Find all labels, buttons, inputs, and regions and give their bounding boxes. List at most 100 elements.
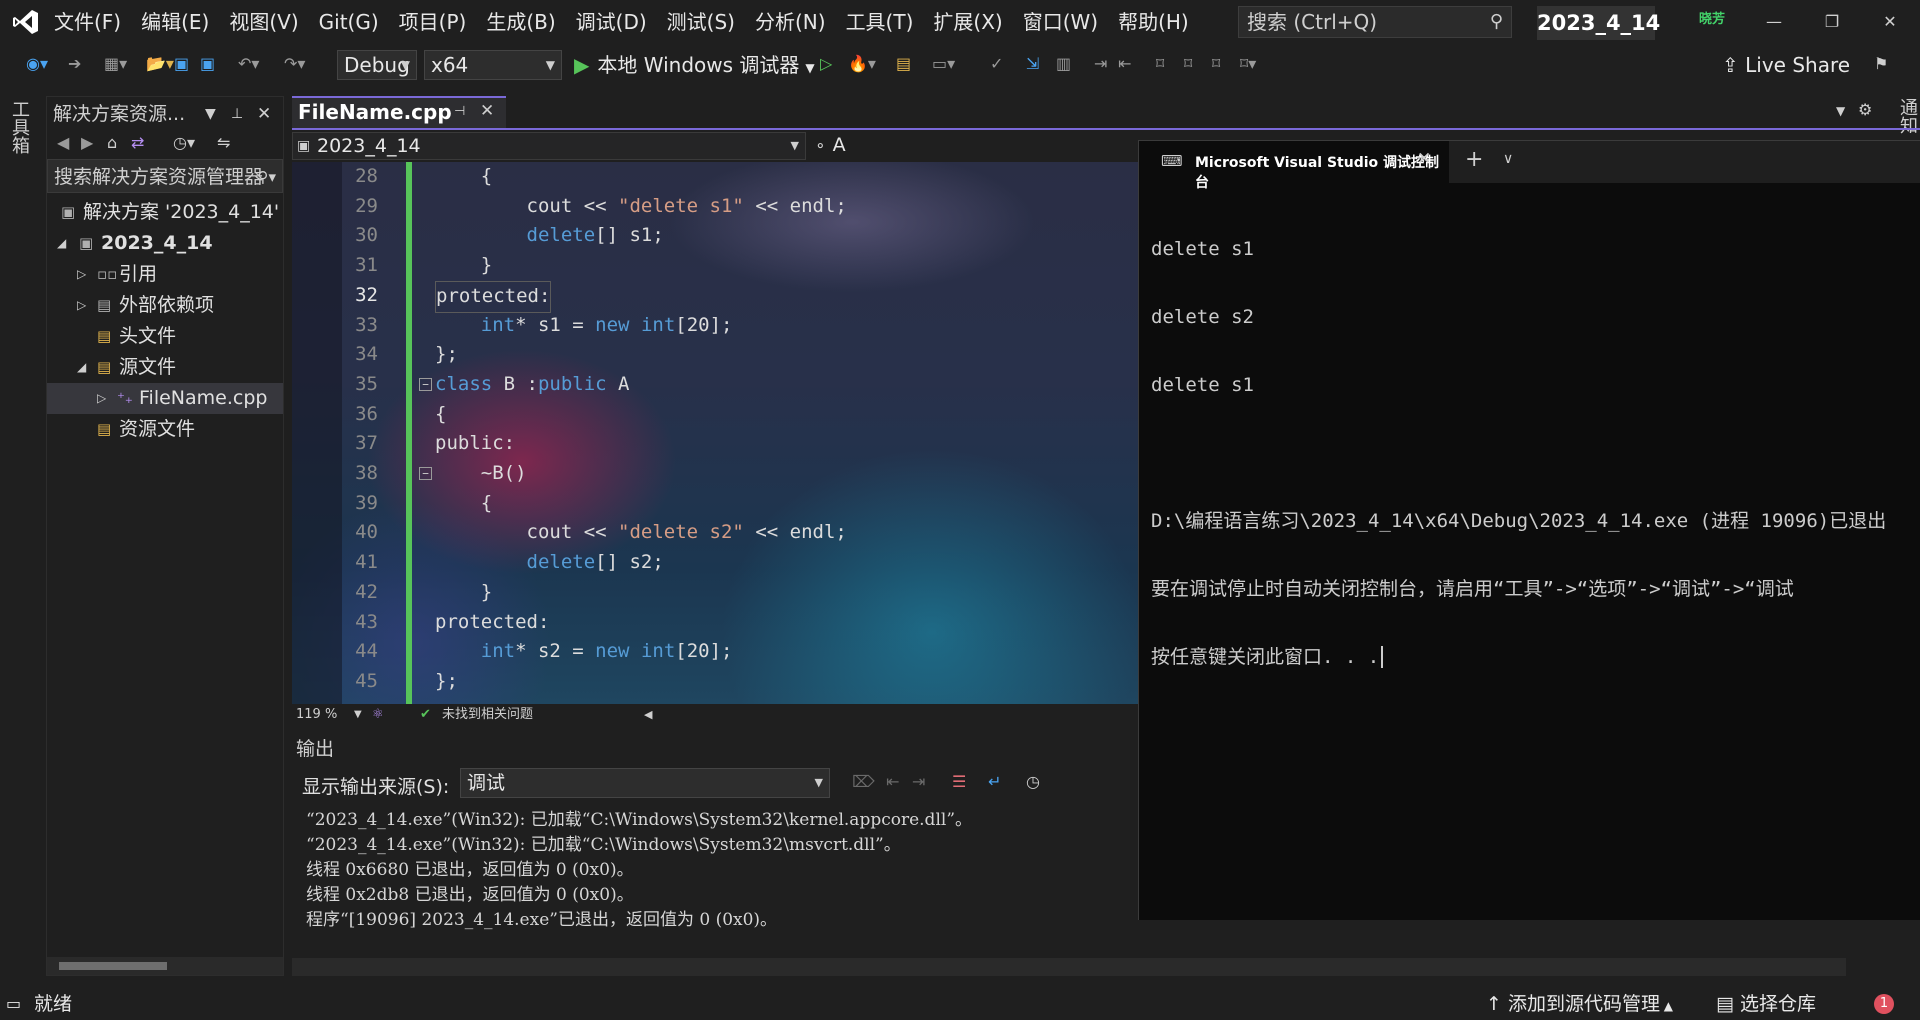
- feedback-icon[interactable]: ⚑: [1874, 50, 1888, 78]
- close-icon[interactable]: ✕: [1417, 149, 1431, 169]
- bookmark-clear-icon[interactable]: ⌑▾: [1240, 50, 1256, 78]
- tree-item-solution[interactable]: ▣ 解决方案 '2023_4_14': [47, 197, 283, 228]
- spell-check-icon[interactable]: ✓: [990, 50, 1003, 78]
- close-icon[interactable]: ✕: [257, 97, 271, 131]
- home-icon[interactable]: ⌂: [107, 133, 117, 152]
- open-file-icon[interactable]: 📂▾: [146, 50, 174, 78]
- back-icon[interactable]: ◀: [57, 133, 69, 152]
- solution-configuration-select[interactable]: Debug ▼: [337, 50, 417, 80]
- scroll-left-icon[interactable]: ◀: [644, 704, 652, 726]
- indent-icon[interactable]: ⇥: [1094, 50, 1107, 78]
- menu-help[interactable]: 帮助(H): [1108, 0, 1199, 44]
- menu-git[interactable]: Git(G): [309, 0, 389, 44]
- menu-tools[interactable]: 工具(T): [836, 0, 924, 44]
- solution-platform-select[interactable]: x64 ▼: [424, 50, 562, 80]
- console-tab[interactable]: ⌨ Microsoft Visual Studio 调试控制台 ✕: [1139, 141, 1449, 191]
- close-icon[interactable]: ✕: [1872, 8, 1908, 36]
- collapse-icon[interactable]: −: [419, 377, 432, 391]
- start-debugging-button[interactable]: ▶ 本地 Windows 调试器 ▼: [574, 50, 815, 80]
- tree-item-filename-cpp[interactable]: ▷ ⁺₊ FileName.cpp: [47, 383, 283, 414]
- forward-icon[interactable]: ▶: [81, 133, 93, 152]
- project-scope-select[interactable]: ▣ 2023_4_14 ▼: [292, 132, 806, 160]
- settings-icon[interactable]: ⚙: [1858, 100, 1872, 119]
- add-source-control-button[interactable]: ↑ 添加到源代码管理 ▲: [1486, 988, 1673, 1020]
- menu-edit[interactable]: 编辑(E): [131, 0, 219, 44]
- menu-analyze[interactable]: 分析(N): [745, 0, 836, 44]
- sync-icon[interactable]: ⇋: [217, 133, 230, 152]
- undo-icon[interactable]: ↶▾: [238, 50, 259, 78]
- close-icon[interactable]: ✕: [480, 101, 494, 121]
- bookmark-next-icon[interactable]: ⌑: [1212, 50, 1220, 78]
- toolbox-tab[interactable]: 工具箱: [6, 100, 32, 154]
- menu-debug[interactable]: 调试(D): [566, 0, 657, 44]
- menu-window[interactable]: 窗口(W): [1013, 0, 1108, 44]
- issues-status[interactable]: 未找到相关问题: [442, 704, 533, 726]
- minimize-icon[interactable]: —: [1756, 8, 1792, 36]
- debug-console-window[interactable]: ⌨ Microsoft Visual Studio 调试控制台 ✕ + ∨ de…: [1138, 140, 1920, 920]
- save-all-icon[interactable]: ▣: [200, 50, 215, 78]
- output-source-select[interactable]: 调试 ▼: [460, 768, 830, 798]
- comment-icon[interactable]: ▥: [1056, 50, 1071, 78]
- menu-test[interactable]: 测试(S): [657, 0, 745, 44]
- intellicode-icon[interactable]: ⚛: [372, 704, 384, 726]
- collapse-icon[interactable]: −: [419, 467, 432, 480]
- word-wrap-icon[interactable]: ↵: [988, 772, 1001, 791]
- menu-view[interactable]: 视图(V): [219, 0, 308, 44]
- restore-icon[interactable]: ❐: [1814, 8, 1850, 36]
- bookmark-prev-icon[interactable]: ⌑: [1184, 50, 1192, 78]
- start-without-debugging-icon[interactable]: ▷: [820, 50, 832, 78]
- next-message-icon[interactable]: ⇥: [912, 772, 925, 791]
- live-share-button[interactable]: ⇪ Live Share: [1722, 50, 1850, 80]
- search-input[interactable]: 搜索 (Ctrl+Q) ⚲: [1238, 6, 1512, 38]
- chevron-down-icon[interactable]: ▼: [354, 704, 362, 726]
- pin-icon[interactable]: ⊥: [231, 97, 243, 131]
- scrollbar-thumb[interactable]: [59, 962, 167, 970]
- solution-explorer-toolbar-icon[interactable]: ▤: [896, 50, 911, 78]
- bookmark-icon[interactable]: ⌑: [1156, 50, 1164, 78]
- step-icon[interactable]: ⇲: [1026, 50, 1039, 78]
- layout-icon[interactable]: ▭▾: [932, 50, 955, 78]
- hot-reload-icon[interactable]: 🔥▾: [848, 50, 876, 78]
- redo-icon[interactable]: ↷▾: [284, 50, 305, 78]
- member-select[interactable]: ⚬ A: [814, 132, 1144, 160]
- tree-item-source-files[interactable]: ◢ ▤ 源文件: [47, 352, 283, 383]
- tree-item-header-files[interactable]: ▤ 头文件: [47, 321, 283, 352]
- pin-icon[interactable]: ⊣: [454, 104, 465, 119]
- chevron-down-icon[interactable]: ▼: [205, 97, 216, 131]
- clock-icon[interactable]: ◷: [1026, 772, 1040, 791]
- notification-badge[interactable]: 1: [1874, 994, 1894, 1014]
- chevron-down-icon[interactable]: ∨: [1503, 151, 1513, 167]
- clear-all-icon[interactable]: ☰: [952, 772, 966, 791]
- avatar[interactable]: 晓芳: [1694, 8, 1730, 30]
- switch-views-icon[interactable]: ⇄: [131, 133, 144, 152]
- collapsed-arrow-icon[interactable]: ▷: [97, 383, 106, 414]
- new-tab-icon[interactable]: +: [1465, 147, 1483, 172]
- expanded-arrow-icon[interactable]: ◢: [77, 352, 86, 383]
- navigate-forward-icon[interactable]: ➔: [68, 50, 81, 78]
- menu-build[interactable]: 生成(B): [476, 0, 565, 44]
- zoom-level[interactable]: 119 %: [296, 704, 337, 726]
- pending-changes-icon[interactable]: ◷▾: [173, 133, 195, 152]
- expanded-arrow-icon[interactable]: ◢: [57, 228, 66, 259]
- menu-project[interactable]: 项目(P): [389, 0, 477, 44]
- tree-item-references[interactable]: ▷ ▫▫ 引用: [47, 259, 283, 290]
- new-project-icon[interactable]: ▦▾: [104, 50, 127, 78]
- outdent-icon[interactable]: ⇤: [1118, 50, 1131, 78]
- tree-item-project[interactable]: ◢ ▣ 2023_4_14: [47, 228, 283, 259]
- tree-item-external-deps[interactable]: ▷ ▤ 外部依赖项: [47, 290, 283, 321]
- menu-extensions[interactable]: 扩展(X): [923, 0, 1012, 44]
- previous-message-icon[interactable]: ⇤: [886, 772, 899, 791]
- find-message-icon[interactable]: ⌦: [852, 772, 875, 791]
- solution-name-badge[interactable]: 2023_4_14: [1537, 6, 1660, 40]
- tree-item-resource-files[interactable]: ▤ 资源文件: [47, 414, 283, 445]
- code-editor[interactable]: 28 { 29 cout << "delete s1" << endl; 30 …: [292, 162, 1138, 704]
- navigate-back-icon[interactable]: ◉▾: [26, 50, 48, 78]
- collapsed-arrow-icon[interactable]: ▷: [77, 290, 86, 321]
- menu-file[interactable]: 文件(F): [44, 0, 131, 44]
- tab-filename-cpp[interactable]: FileName.cpp ⊣ ✕: [292, 96, 506, 128]
- tab-list-dropdown-icon[interactable]: ▼: [1836, 104, 1845, 118]
- solution-search-input[interactable]: 搜索解决方案资源管理器 ⚲▾: [47, 159, 283, 193]
- select-repository-button[interactable]: ▤ 选择仓库: [1716, 988, 1816, 1020]
- horizontal-scrollbar[interactable]: [47, 957, 283, 975]
- save-icon[interactable]: ▣: [174, 50, 189, 78]
